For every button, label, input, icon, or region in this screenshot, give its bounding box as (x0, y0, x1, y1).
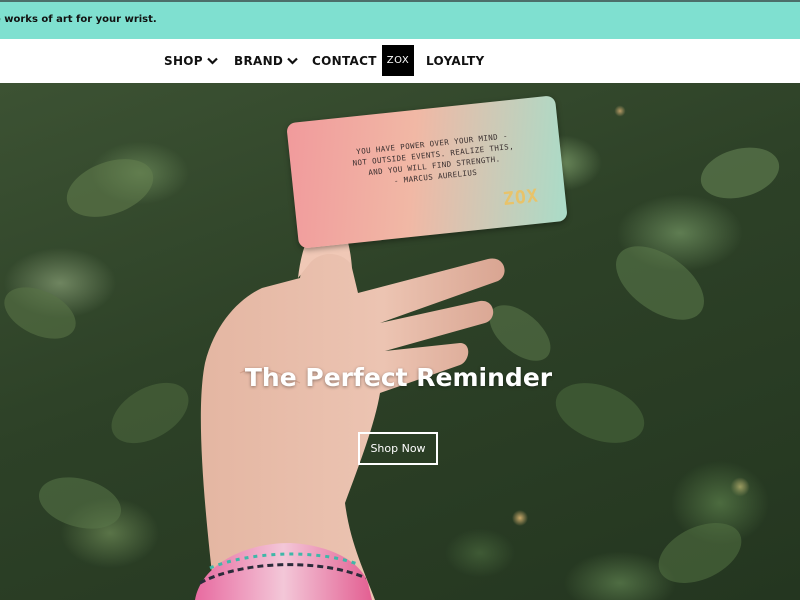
shop-now-button[interactable]: Shop Now (358, 432, 438, 465)
announcement-text: e works of art for your wrist. (0, 14, 157, 25)
chevron-down-icon (287, 57, 298, 65)
hero-title: The Perfect Reminder (244, 363, 553, 392)
logo-text: ZOX (386, 55, 410, 66)
nav-item-loyalty[interactable]: LOYALTY (426, 39, 484, 83)
nav-item-label: CONTACT (312, 54, 377, 68)
hero-banner: YOU HAVE POWER OVER YOUR MIND - NOT OUTS… (0, 83, 800, 600)
card-brand-logo: ZOX (502, 185, 540, 211)
nav-item-label: SHOP (164, 54, 203, 68)
nav-item-label: LOYALTY (426, 54, 485, 68)
quote-text: YOU HAVE POWER OVER YOUR MIND - NOT OUTS… (337, 128, 531, 192)
main-nav: SHOP BRAND CONTACT ZOX LOYALTY (0, 39, 800, 83)
zox-logo[interactable]: ZOX (382, 45, 414, 76)
nav-item-brand[interactable]: BRAND (234, 39, 298, 83)
announcement-bar: e works of art for your wrist. (0, 0, 800, 39)
nav-item-contact[interactable]: CONTACT (312, 39, 377, 83)
nav-item-label: BRAND (234, 54, 284, 68)
nav-item-shop[interactable]: SHOP (164, 39, 218, 83)
chevron-down-icon (207, 57, 218, 65)
